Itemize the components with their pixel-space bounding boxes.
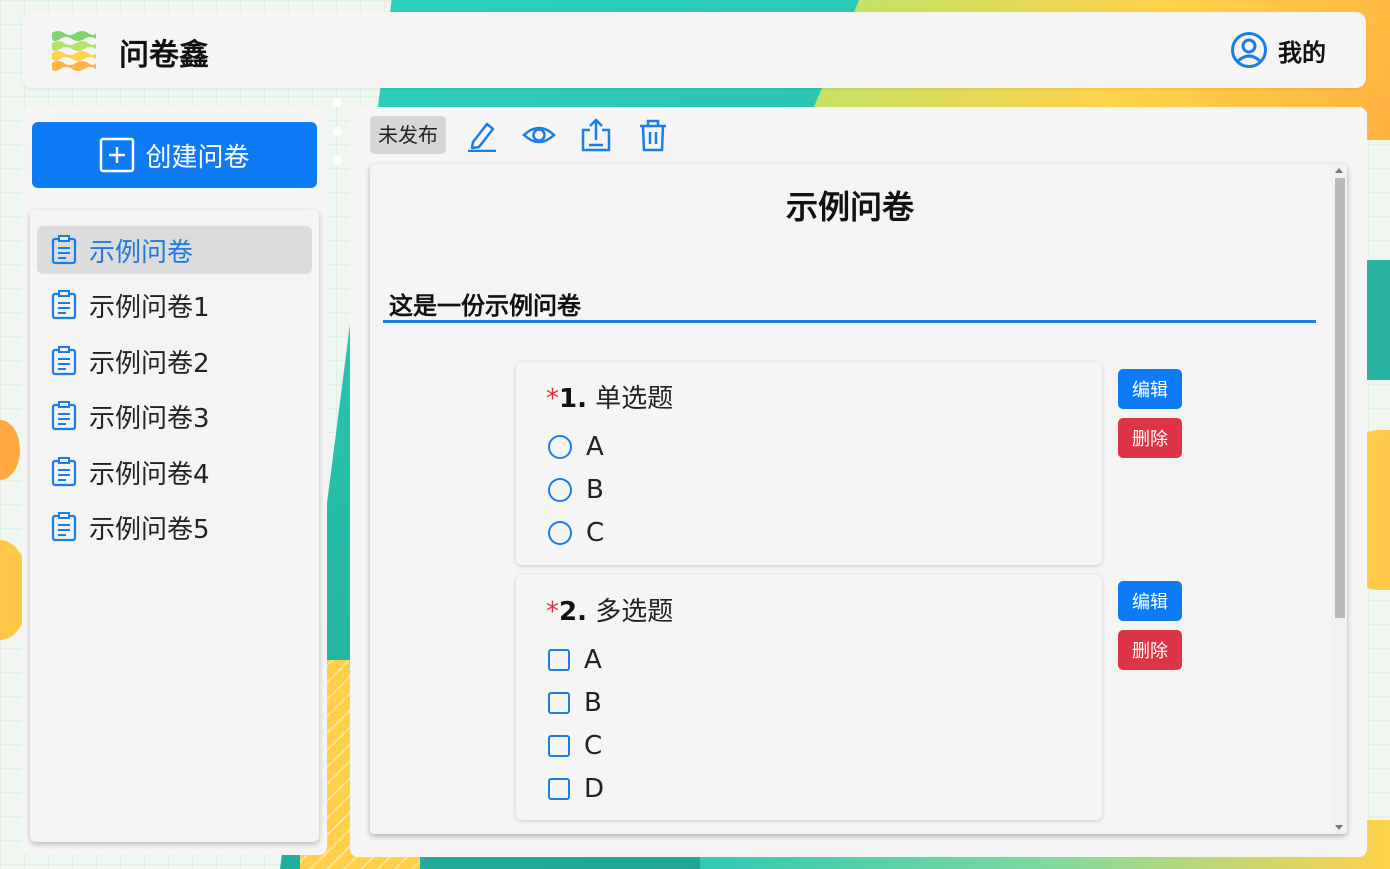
background-shape (0, 420, 20, 480)
edit-question-button[interactable]: 编辑 (1118, 581, 1182, 621)
export-survey-button[interactable] (576, 115, 616, 155)
question-title-text: 多选题 (595, 597, 674, 627)
survey-list: 示例问卷 示例问卷1 示例问卷2 示例问卷3 示例问卷4 示例问卷5 (30, 210, 319, 842)
option-label: A (584, 645, 602, 675)
required-mark: * (546, 597, 559, 627)
survey-list-item[interactable]: 示例问卷2 (37, 337, 312, 385)
clipboard-icon (51, 512, 77, 542)
checkbox-option[interactable]: A (548, 645, 602, 675)
survey-list-item[interactable]: 示例问卷4 (37, 448, 312, 496)
checkbox-option[interactable]: C (548, 731, 602, 761)
description-underline (383, 320, 1316, 323)
preview-survey-button[interactable] (519, 115, 559, 155)
question-title-text: 单选题 (595, 384, 674, 414)
app-title: 问卷鑫 (119, 38, 209, 73)
survey-list-item-label: 示例问卷4 (89, 459, 210, 490)
delete-question-button[interactable]: 删除 (1118, 418, 1182, 458)
top-header: 问卷鑫 我的 (22, 12, 1366, 88)
survey-canvas: 示例问卷 这是一份示例问卷 *1. 单选题 A B C 编辑 删除 *2. 多选… (370, 164, 1347, 834)
clipboard-icon (51, 401, 77, 431)
survey-list-item-label: 示例问卷2 (89, 348, 210, 379)
export-icon (581, 118, 611, 152)
edit-icon (468, 122, 496, 152)
survey-list-item[interactable]: 示例问卷5 (37, 503, 312, 551)
question-card[interactable]: *1. 单选题 A B C (516, 362, 1102, 565)
scroll-down-arrow[interactable] (1335, 825, 1343, 830)
user-menu[interactable]: 我的 (1230, 31, 1326, 69)
radio-button[interactable] (548, 478, 572, 502)
checkbox[interactable] (548, 735, 570, 757)
option-label: D (584, 774, 605, 804)
delete-question-button[interactable]: 删除 (1118, 630, 1182, 670)
delete-survey-button[interactable] (633, 115, 673, 155)
radio-button[interactable] (548, 435, 572, 459)
question-title: *1. 单选题 (546, 378, 673, 415)
scroll-up-arrow[interactable] (1335, 168, 1343, 173)
canvas-scrollbar[interactable] (1331, 164, 1347, 834)
delete-trash-icon (640, 119, 666, 152)
survey-list-item[interactable]: 示例问卷1 (37, 281, 312, 329)
option-label: C (584, 731, 603, 761)
create-survey-label: 创建问卷 (145, 142, 250, 173)
preview-eye-icon (522, 126, 556, 144)
survey-list-item-label: 示例问卷3 (89, 403, 210, 434)
clipboard-icon (51, 235, 77, 265)
question-card[interactable]: *2. 多选题 A B C D (516, 575, 1102, 820)
checkbox[interactable] (548, 778, 570, 800)
survey-list-item-label: 示例问卷1 (89, 292, 210, 323)
required-mark: * (546, 384, 559, 414)
question-number: 1. (559, 384, 587, 414)
survey-description: 这是一份示例问卷 (389, 292, 581, 320)
checkbox[interactable] (548, 649, 570, 671)
clipboard-icon (51, 346, 77, 376)
radio-option[interactable]: B (548, 475, 604, 505)
clipboard-icon (51, 290, 77, 320)
survey-list-item-label: 示例问卷 (89, 237, 194, 268)
scroll-thumb[interactable] (1335, 178, 1345, 618)
survey-list-item[interactable]: 示例问卷3 (37, 392, 312, 440)
radio-option[interactable]: A (548, 432, 604, 462)
survey-title: 示例问卷 (785, 188, 914, 226)
question-number: 2. (559, 597, 587, 627)
checkbox[interactable] (548, 692, 570, 714)
main-panel: 未发布 示例问卷 这是一份示例问卷 *1. 单选题 A B C 编辑 删除 *2… (350, 107, 1367, 857)
survey-list-item[interactable]: 示例问卷 (37, 226, 312, 274)
add-square-icon (100, 137, 135, 173)
edit-survey-button[interactable] (462, 115, 502, 155)
user-avatar-icon (1231, 32, 1267, 68)
checkbox-option[interactable]: D (548, 774, 604, 804)
option-label: B (584, 688, 602, 718)
sidebar: 创建问卷 示例问卷 示例问卷1 示例问卷2 示例问卷3 示例问卷4 示例问卷5 (22, 107, 327, 855)
user-label: 我的 (1278, 38, 1326, 67)
option-label: C (586, 518, 605, 548)
radio-option[interactable]: C (548, 518, 604, 548)
clipboard-icon (51, 457, 77, 487)
survey-list-item-label: 示例问卷5 (89, 514, 210, 545)
option-label: B (586, 475, 604, 505)
survey-toolbar: 未发布 (370, 115, 690, 155)
checkbox-option[interactable]: B (548, 688, 602, 718)
radio-button[interactable] (548, 521, 572, 545)
publish-status-badge: 未发布 (370, 116, 446, 154)
app-logo-icon (50, 27, 96, 73)
decorative-dots (333, 98, 342, 185)
edit-question-button[interactable]: 编辑 (1118, 369, 1182, 409)
create-survey-button[interactable]: 创建问卷 (32, 122, 317, 188)
question-title: *2. 多选题 (546, 591, 673, 628)
option-label: A (586, 432, 604, 462)
